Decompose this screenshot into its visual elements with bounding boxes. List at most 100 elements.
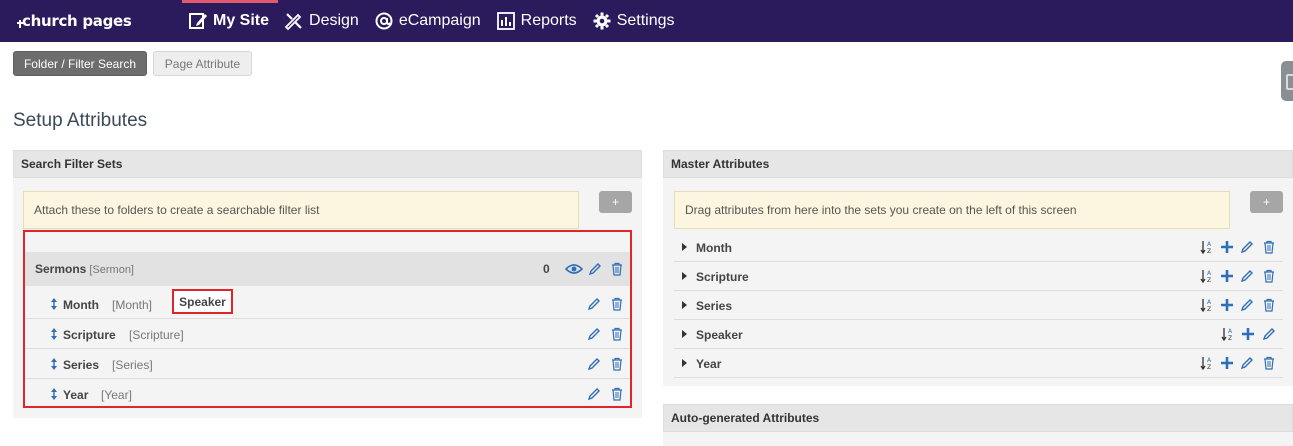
folder-filter-search-tab[interactable]: Folder / Filter Search	[13, 51, 147, 76]
bar-chart-icon	[496, 12, 515, 30]
sort-az-icon[interactable]: AZ	[1200, 298, 1214, 312]
plus-icon[interactable]	[1241, 327, 1255, 341]
master-attribute-row[interactable]: Series AZ	[674, 291, 1283, 320]
trash-icon[interactable]	[610, 327, 624, 341]
expand-caret-icon[interactable]	[682, 272, 687, 280]
svg-text:Z: Z	[1207, 364, 1211, 370]
search-filter-sets-header: Search Filter Sets	[13, 150, 642, 178]
row-name: Year	[696, 357, 722, 371]
page-title: Setup Attributes	[13, 110, 148, 131]
trash-icon[interactable]	[1262, 298, 1276, 312]
eye-icon[interactable]	[565, 262, 583, 276]
plus-icon[interactable]	[1220, 269, 1234, 283]
svg-text:Z: Z	[1228, 335, 1232, 341]
trash-icon[interactable]	[610, 387, 624, 401]
filter-set-row[interactable]: Series [Series]	[25, 350, 630, 379]
trash-icon[interactable]	[610, 357, 624, 371]
master-attributes-header: Master Attributes	[663, 150, 1293, 178]
auto-generated-attributes-header: Auto-generated Attributes	[663, 404, 1293, 432]
page-attribute-tab[interactable]: Page Attribute	[153, 51, 252, 76]
top-nav-bar: church pages My Site Design eCampaign Re…	[0, 0, 1293, 42]
nav-reports[interactable]: Reports	[490, 0, 586, 42]
edit-square-icon	[189, 13, 207, 29]
svg-text:A: A	[1207, 357, 1212, 364]
row-name: Scripture	[63, 328, 116, 342]
row-name: Series	[696, 299, 733, 313]
row-tag: [Scripture]	[129, 328, 184, 342]
svg-text:A: A	[1207, 241, 1212, 248]
main-nav: My Site Design eCampaign Reports Setting…	[182, 0, 684, 42]
svg-text:Z: Z	[1207, 277, 1211, 283]
trash-icon[interactable]	[610, 297, 624, 311]
pencil-icon[interactable]	[587, 387, 601, 401]
sort-az-icon[interactable]: AZ	[1200, 240, 1214, 254]
master-attribute-row[interactable]: Speaker AZ	[674, 320, 1283, 349]
row-tag: [Year]	[101, 388, 132, 402]
nav-my-site[interactable]: My Site	[182, 0, 279, 42]
sort-az-icon[interactable]: AZ	[1200, 269, 1214, 283]
sort-az-icon[interactable]: AZ	[1200, 356, 1214, 370]
trash-icon[interactable]	[1262, 240, 1276, 254]
row-name: Year	[63, 388, 89, 402]
filter-set-row[interactable]: Scripture [Scripture]	[25, 320, 630, 349]
filter-set-count: 0	[543, 262, 550, 276]
add-master-attribute-button[interactable]: +	[1250, 191, 1283, 213]
sort-handle-icon[interactable]	[50, 388, 58, 400]
sort-az-icon[interactable]: AZ	[1221, 327, 1235, 341]
master-attribute-row[interactable]: Scripture AZ	[674, 262, 1283, 291]
filter-set-row[interactable]: Year [Year]	[25, 380, 630, 409]
row-tag: [Series]	[112, 358, 153, 372]
church-pages-logo[interactable]: church pages	[17, 12, 132, 30]
expand-caret-icon[interactable]	[682, 301, 687, 309]
pencil-icon[interactable]	[587, 357, 601, 371]
pencil-icon[interactable]	[1262, 327, 1276, 341]
svg-text:Z: Z	[1207, 248, 1211, 254]
filter-set-tag: [Sermon]	[89, 264, 134, 276]
nav-ecampaign[interactable]: eCampaign	[368, 0, 490, 42]
sort-handle-icon[interactable]	[50, 328, 58, 340]
trash-icon[interactable]	[1262, 356, 1276, 370]
svg-text:A: A	[1207, 299, 1212, 306]
plus-icon[interactable]	[1220, 356, 1234, 370]
master-attribute-row[interactable]: Year AZ	[674, 349, 1283, 378]
svg-text:A: A	[1207, 270, 1212, 277]
side-panel-toggle[interactable]	[1281, 61, 1293, 101]
pencil-icon[interactable]	[588, 262, 602, 276]
master-attributes-notice: Drag attributes from here into the sets …	[674, 191, 1230, 229]
sort-handle-icon[interactable]	[50, 298, 58, 310]
svg-text:Z: Z	[1207, 306, 1211, 312]
pencil-icon[interactable]	[587, 327, 601, 341]
nav-settings[interactable]: Settings	[586, 0, 684, 42]
expand-caret-icon[interactable]	[682, 359, 687, 367]
expand-caret-icon[interactable]	[682, 330, 687, 338]
svg-text:A: A	[1228, 328, 1233, 335]
search-filter-notice: Attach these to folders to create a sear…	[23, 191, 579, 229]
trash-icon[interactable]	[610, 262, 624, 276]
add-filter-set-button[interactable]: +	[599, 191, 632, 213]
at-sign-icon	[375, 12, 393, 30]
row-tag: [Month]	[112, 298, 153, 312]
row-name: Series	[63, 358, 100, 372]
pencil-icon[interactable]	[1240, 269, 1254, 283]
pencil-icon[interactable]	[1240, 298, 1254, 312]
sort-handle-icon[interactable]	[50, 358, 58, 370]
row-name: Speaker	[696, 328, 743, 342]
row-name: Scripture	[696, 270, 749, 284]
auto-generated-attributes-body	[663, 432, 1293, 446]
pencil-icon[interactable]	[1240, 240, 1254, 254]
nav-design[interactable]: Design	[278, 0, 368, 42]
gear-icon	[593, 12, 611, 30]
expand-caret-icon[interactable]	[682, 243, 687, 251]
master-attribute-row[interactable]: Month AZ	[674, 233, 1283, 262]
filter-set-row[interactable]: Month [Month]	[25, 290, 630, 319]
design-tools-icon	[284, 13, 302, 31]
trash-icon[interactable]	[1262, 269, 1276, 283]
filter-set-header[interactable]: Sermons [Sermon] 0	[25, 252, 630, 286]
filter-set-name: Sermons	[35, 262, 87, 276]
row-name: Month	[63, 298, 99, 312]
pencil-icon[interactable]	[1240, 356, 1254, 370]
plus-icon[interactable]	[1220, 298, 1234, 312]
pencil-icon[interactable]	[587, 297, 601, 311]
plus-icon[interactable]	[1220, 240, 1234, 254]
dragging-attribute-speaker[interactable]: Speaker	[172, 289, 233, 314]
